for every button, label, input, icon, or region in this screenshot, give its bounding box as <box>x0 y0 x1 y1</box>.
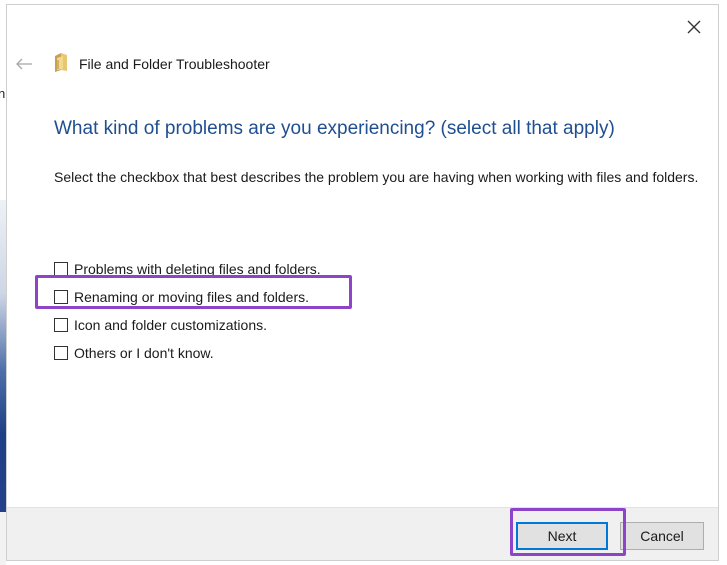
checkbox-others[interactable] <box>54 346 68 360</box>
page-heading: What kind of problems are you experienci… <box>54 118 615 139</box>
troubleshooter-dialog: File and Folder Troubleshooter What kind… <box>6 4 719 561</box>
checkbox-deleting[interactable] <box>54 262 68 276</box>
option-others[interactable]: Others or I don't know. <box>54 339 321 367</box>
options-list: Problems with deleting files and folders… <box>54 255 321 367</box>
next-button[interactable]: Next <box>516 522 608 550</box>
option-label: Renaming or moving files and folders. <box>74 289 310 305</box>
option-label: Icon and folder customizations. <box>74 317 267 333</box>
close-icon <box>687 20 701 34</box>
option-label: Others or I don't know. <box>74 345 214 361</box>
option-icon-customizations[interactable]: Icon and folder customizations. <box>54 311 321 339</box>
close-button[interactable] <box>680 13 708 41</box>
option-deleting[interactable]: Problems with deleting files and folders… <box>54 255 321 283</box>
dialog-header: File and Folder Troubleshooter <box>7 49 718 79</box>
dialog-title: File and Folder Troubleshooter <box>79 56 270 72</box>
folder-icon <box>55 53 67 72</box>
option-label: Problems with deleting files and folders… <box>74 261 321 277</box>
checkbox-renaming-moving[interactable] <box>54 290 68 304</box>
cancel-button[interactable]: Cancel <box>620 522 704 550</box>
option-renaming-moving[interactable]: Renaming or moving files and folders. <box>54 283 321 311</box>
back-button[interactable] <box>13 53 35 75</box>
desktop-text-fragment: n <box>0 86 6 101</box>
page-description: Select the checkbox that best describes … <box>54 169 699 185</box>
checkbox-icon-customizations[interactable] <box>54 318 68 332</box>
back-arrow-icon <box>16 58 32 70</box>
dialog-footer: Next Cancel <box>7 507 718 560</box>
